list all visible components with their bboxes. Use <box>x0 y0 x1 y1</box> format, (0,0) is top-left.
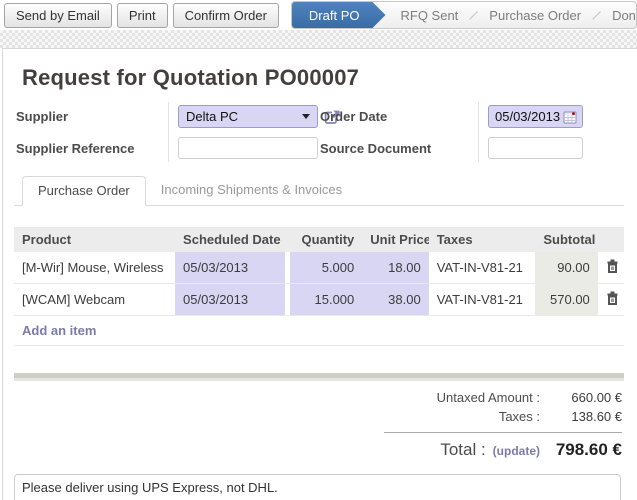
status-step-draft-po[interactable]: Draft PO <box>292 2 386 28</box>
status-step-rfq-sent[interactable]: RFQ Sent <box>382 2 478 28</box>
totals-divider <box>384 432 622 433</box>
add-an-item-link[interactable]: Add an item <box>22 323 96 338</box>
col-header-subtotal: Subtotal <box>535 227 597 252</box>
col-header-taxes: Taxes <box>429 227 536 252</box>
caret-down-icon <box>302 114 310 119</box>
background-pattern-strip <box>0 30 637 48</box>
tab-purchase-order[interactable]: Purchase Order <box>22 176 146 206</box>
table-row: [M-Wir] Mouse, Wireless 05/03/2013 5.000… <box>14 252 624 284</box>
taxes-label: Taxes : <box>499 409 540 424</box>
order-date-label: Order Date <box>320 109 478 124</box>
col-header-scheduled-date: Scheduled Date <box>175 227 290 252</box>
status-step-purchase-order[interactable]: Purchase Order <box>470 2 600 28</box>
supplier-label: Supplier <box>16 109 168 124</box>
cell-product[interactable]: [WCAM] Webcam <box>14 284 175 316</box>
col-header-product: Product <box>14 227 175 252</box>
add-item-row: Add an item <box>14 316 624 346</box>
statusbar: Draft PO RFQ Sent Purchase Order Done <box>291 1 637 29</box>
cell-scheduled-date[interactable]: 05/03/2013 <box>175 252 290 284</box>
notebook-tabs: Purchase Order Incoming Shipments & Invo… <box>14 176 624 206</box>
cell-quantity[interactable]: 5.000 <box>290 252 362 284</box>
cell-scheduled-date[interactable]: 05/03/2013 <box>175 284 290 316</box>
source-document-label: Source Document <box>320 141 478 156</box>
notes-textarea[interactable]: Please deliver using UPS Express, not DH… <box>14 474 621 500</box>
status-step-done[interactable]: Done <box>593 2 637 28</box>
supplier-reference-input[interactable] <box>178 137 318 159</box>
taxes-value: 138.60 € <box>540 409 622 424</box>
confirm-order-button[interactable]: Confirm Order <box>173 3 279 28</box>
supplier-value: Delta PC <box>186 109 302 124</box>
delete-row-button[interactable] <box>606 291 619 308</box>
col-header-quantity: Quantity <box>290 227 362 252</box>
cell-taxes[interactable]: VAT-IN-V81-21 <box>429 252 536 284</box>
col-header-unit-price: Unit Price <box>362 227 428 252</box>
po-number: PO00007 <box>265 65 359 90</box>
page-title: Request for Quotation PO00007 <box>22 65 624 91</box>
trash-icon <box>606 259 619 276</box>
cell-unit-price[interactable]: 38.00 <box>362 284 428 316</box>
total-value: 798.60 € <box>540 440 622 460</box>
field-groups: Supplier Delta PC Supplier Reference <box>16 105 624 159</box>
form-sheet: Request for Quotation PO00007 Supplier D… <box>2 48 637 500</box>
total-label: Total : <box>440 440 485 460</box>
update-total-link[interactable]: (update) <box>493 444 540 458</box>
delete-row-button[interactable] <box>606 259 619 276</box>
tab-incoming-shipments-invoices[interactable]: Incoming Shipments & Invoices <box>146 176 357 205</box>
send-by-email-button[interactable]: Send by Email <box>4 3 112 28</box>
cell-taxes[interactable]: VAT-IN-V81-21 <box>429 284 536 316</box>
section-separator <box>14 373 624 381</box>
cell-product[interactable]: [M-Wir] Mouse, Wireless <box>14 252 175 284</box>
cell-unit-price[interactable]: 18.00 <box>362 252 428 284</box>
totals-block: Untaxed Amount : 660.00 € Taxes : 138.60… <box>384 390 622 460</box>
supplier-reference-label: Supplier Reference <box>16 141 168 156</box>
cell-subtotal: 90.00 <box>535 252 597 284</box>
calendar-icon[interactable] <box>563 110 577 124</box>
order-date-field[interactable] <box>488 105 583 128</box>
col-header-actions <box>598 227 624 252</box>
toolbar: Send by Email Print Confirm Order Draft … <box>0 0 637 30</box>
supplier-select[interactable]: Delta PC <box>178 105 318 128</box>
cell-subtotal: 570.00 <box>535 284 597 316</box>
trash-icon <box>606 291 619 308</box>
source-document-input[interactable] <box>488 137 583 159</box>
right-field-group: Order Date <box>320 105 624 159</box>
title-text: Request for Quotation <box>22 65 258 90</box>
cell-quantity[interactable]: 15.000 <box>290 284 362 316</box>
table-header-row: Product Scheduled Date Quantity Unit Pri… <box>14 227 624 252</box>
left-field-group: Supplier Delta PC Supplier Reference <box>16 105 320 159</box>
order-lines-table: Product Scheduled Date Quantity Unit Pri… <box>14 227 624 346</box>
order-date-input[interactable] <box>495 109 563 124</box>
untaxed-amount-label: Untaxed Amount : <box>437 390 540 405</box>
untaxed-amount-value: 660.00 € <box>540 390 622 405</box>
table-row: [WCAM] Webcam 05/03/2013 15.000 38.00 VA… <box>14 284 624 316</box>
print-button[interactable]: Print <box>117 3 168 28</box>
